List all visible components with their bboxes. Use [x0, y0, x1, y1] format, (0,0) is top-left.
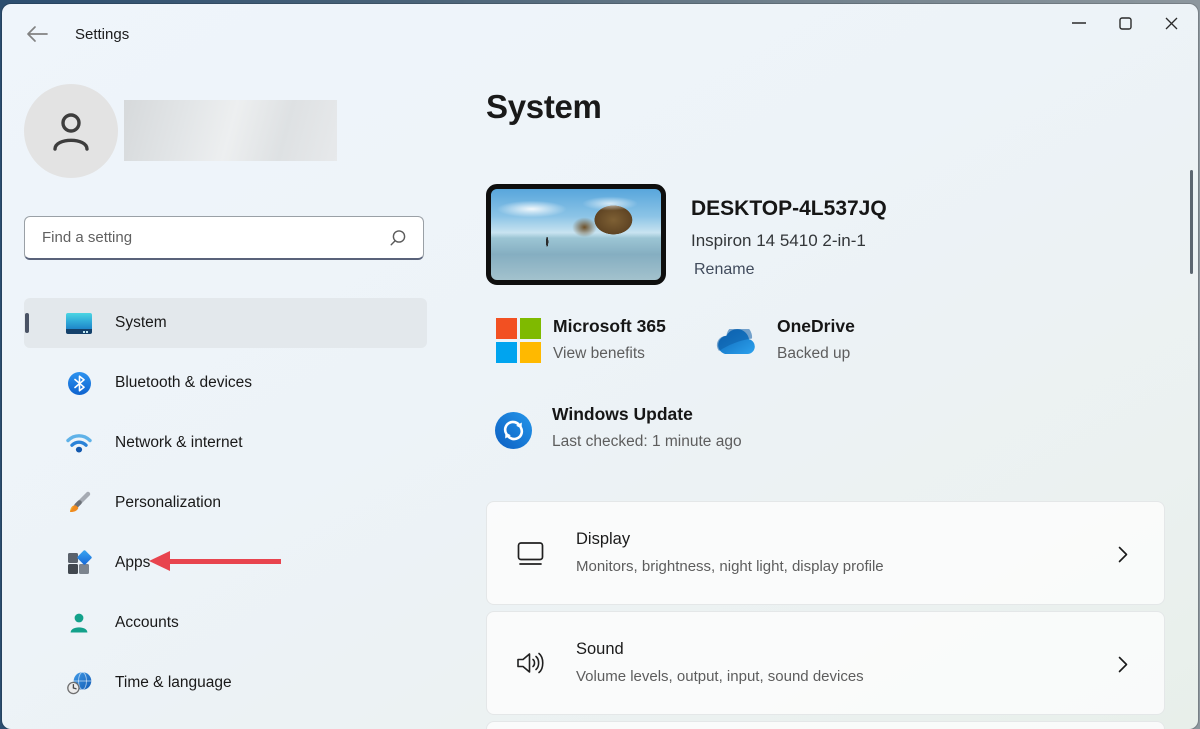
window-controls — [1056, 6, 1194, 40]
windows-update-tile[interactable]: Windows Update Last checked: 1 minute ag… — [495, 404, 742, 454]
display-icon — [515, 541, 546, 573]
onedrive-tile[interactable]: OneDrive Backed up — [714, 316, 855, 363]
device-wallpaper-thumbnail — [486, 184, 666, 285]
close-button[interactable] — [1148, 6, 1194, 40]
search-box — [24, 216, 424, 260]
vertical-scrollbar[interactable] — [1190, 170, 1193, 274]
time-language-icon — [66, 671, 92, 695]
user-avatar[interactable] — [24, 84, 118, 178]
sidebar-item-label: Apps — [115, 554, 151, 571]
sound-icon — [515, 649, 547, 682]
sidebar-item-label: Time & language — [115, 674, 232, 691]
sidebar-item-bluetooth-devices[interactable]: Bluetooth & devices — [24, 358, 427, 408]
bluetooth-icon — [66, 371, 92, 395]
device-model: Inspiron 14 5410 2-in-1 — [691, 231, 866, 250]
tile-subtitle: Backed up — [777, 345, 851, 362]
tile-title: Windows Update — [552, 404, 693, 424]
sound-settings-card[interactable]: Sound Volume levels, output, input, soun… — [486, 611, 1165, 715]
maximize-button[interactable] — [1102, 6, 1148, 40]
selected-accent-bar — [25, 313, 29, 333]
chevron-right-icon — [1118, 546, 1128, 568]
tile-title: OneDrive — [777, 316, 855, 336]
sidebar-nav: System Bluetooth & devices Network & int… — [24, 298, 427, 718]
device-name: DESKTOP-4L537JQ — [691, 197, 887, 220]
maximize-icon — [1118, 16, 1132, 30]
minimize-icon — [1072, 22, 1086, 24]
sidebar-item-apps[interactable]: Apps — [24, 538, 427, 588]
tile-subtitle: Last checked: 1 minute ago — [552, 433, 742, 450]
sidebar-item-label: System — [115, 314, 167, 331]
sidebar-item-system[interactable]: System — [24, 298, 427, 348]
sidebar-item-label: Network & internet — [115, 434, 243, 451]
next-settings-card-partial[interactable] — [486, 721, 1165, 729]
sidebar-item-time-language[interactable]: Time & language — [24, 658, 427, 708]
page-title: System — [486, 88, 602, 125]
minimize-button[interactable] — [1056, 6, 1102, 40]
chevron-right-icon — [1118, 656, 1128, 678]
personalization-icon — [66, 491, 92, 515]
tile-subtitle: View benefits — [553, 345, 645, 362]
sidebar-item-label: Bluetooth & devices — [115, 374, 253, 391]
close-icon — [1165, 17, 1177, 29]
sidebar-item-label: Accounts — [115, 614, 179, 631]
search-icon[interactable] — [389, 229, 423, 247]
onedrive-icon — [714, 318, 760, 363]
system-icon — [66, 312, 92, 334]
accounts-icon — [66, 612, 92, 634]
back-arrow-icon — [26, 25, 48, 48]
microsoft-365-tile[interactable]: Microsoft 365 View benefits — [496, 316, 666, 363]
back-button[interactable] — [22, 22, 52, 50]
tile-title: Microsoft 365 — [553, 316, 666, 336]
windows-update-icon — [495, 408, 541, 454]
apps-icon — [66, 549, 92, 575]
network-icon — [66, 433, 92, 453]
card-subtitle: Monitors, brightness, night light, displ… — [576, 558, 884, 575]
settings-window: Settings Find a setting System Bluetooth… — [2, 4, 1198, 729]
sidebar-item-accounts[interactable]: Accounts — [24, 598, 427, 648]
sidebar-item-personalization[interactable]: Personalization — [24, 478, 427, 528]
rename-link[interactable]: Rename — [694, 261, 754, 279]
card-title: Sound — [576, 640, 624, 658]
microsoft-logo-icon — [496, 318, 541, 363]
sidebar-item-label: Personalization — [115, 494, 221, 511]
card-subtitle: Volume levels, output, input, sound devi… — [576, 668, 864, 685]
user-name-redacted — [124, 100, 337, 161]
search-input[interactable] — [25, 229, 389, 246]
window-title: Settings — [75, 26, 130, 43]
card-title: Display — [576, 530, 631, 548]
display-settings-card[interactable]: Display Monitors, brightness, night ligh… — [486, 501, 1165, 605]
sidebar-item-network-internet[interactable]: Network & internet — [24, 418, 427, 468]
person-icon — [53, 113, 89, 151]
